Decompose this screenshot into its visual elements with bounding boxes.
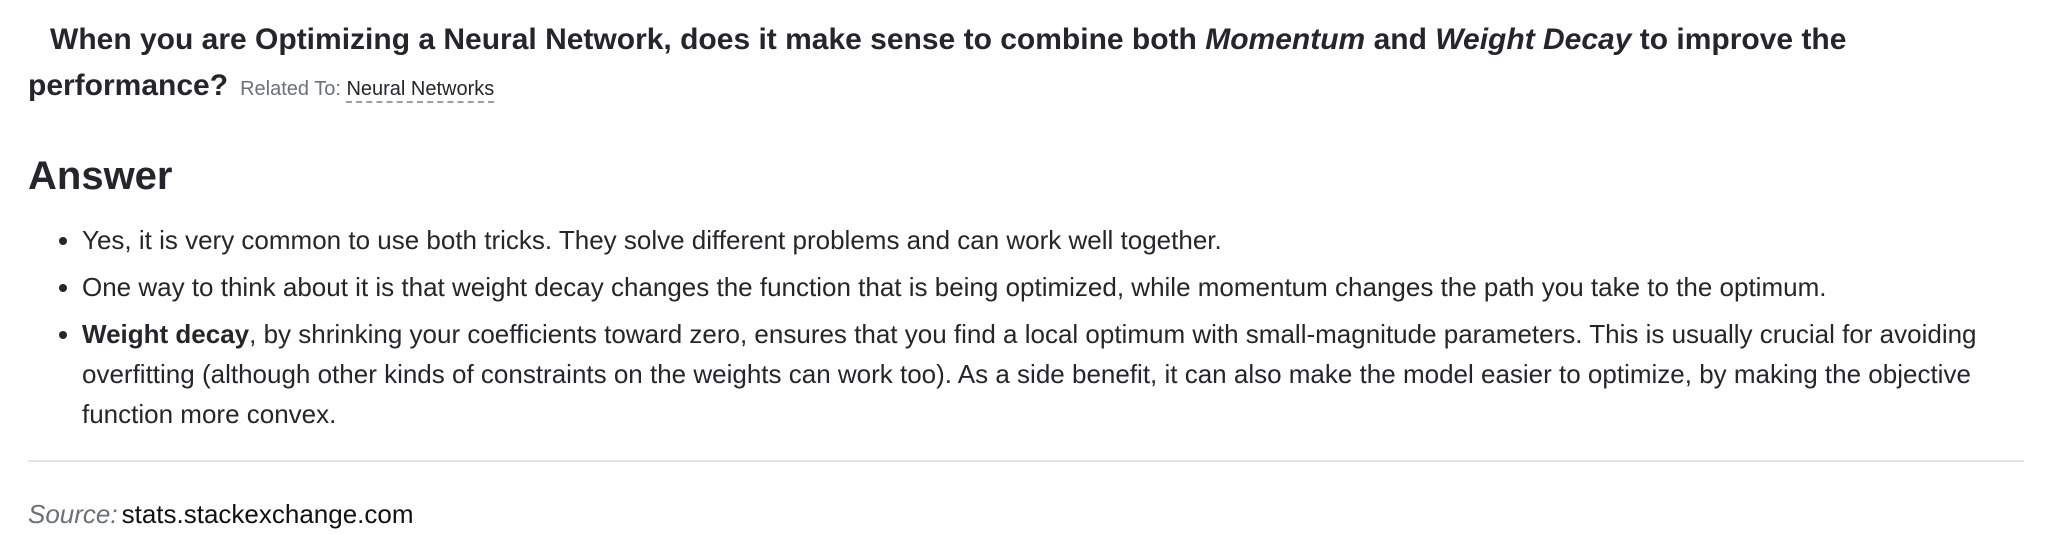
- list-item: Weight decay, by shrinking your coeffici…: [82, 314, 2024, 434]
- list-item-text: , by shrinking your coefficients toward …: [82, 319, 1977, 429]
- list-item: One way to think about it is that weight…: [82, 267, 2024, 307]
- related-to-label: Related To:: [240, 78, 341, 100]
- question-title: When you are Optimizing a Neural Network…: [28, 0, 2024, 112]
- source-label: Source:: [28, 499, 118, 529]
- related-to: Related To: Neural Networks: [240, 78, 495, 103]
- list-item-text: Yes, it is very common to use both trick…: [82, 225, 1222, 255]
- question-term-momentum: Momentum: [1205, 23, 1366, 56]
- list-item-text: One way to think about it is that weight…: [82, 272, 1827, 302]
- list-item: Yes, it is very common to use both trick…: [82, 220, 2024, 260]
- list-item-bold-term: Weight decay: [82, 319, 250, 349]
- question-text-part1: When you are Optimizing a Neural Network…: [50, 23, 1206, 56]
- source-line: Source: stats.stackexchange.com: [28, 496, 2024, 532]
- related-topic-link[interactable]: Neural Networks: [346, 78, 495, 103]
- question-term-weight-decay: Weight Decay: [1435, 23, 1632, 56]
- answer-heading: Answer: [28, 154, 173, 198]
- divider: [28, 460, 2024, 462]
- question-text-part2: and: [1365, 23, 1436, 56]
- source-value: stats.stackexchange.com: [121, 499, 414, 529]
- page: When you are Optimizing a Neural Network…: [0, 0, 2068, 534]
- answer-list: Yes, it is very common to use both trick…: [28, 220, 2024, 434]
